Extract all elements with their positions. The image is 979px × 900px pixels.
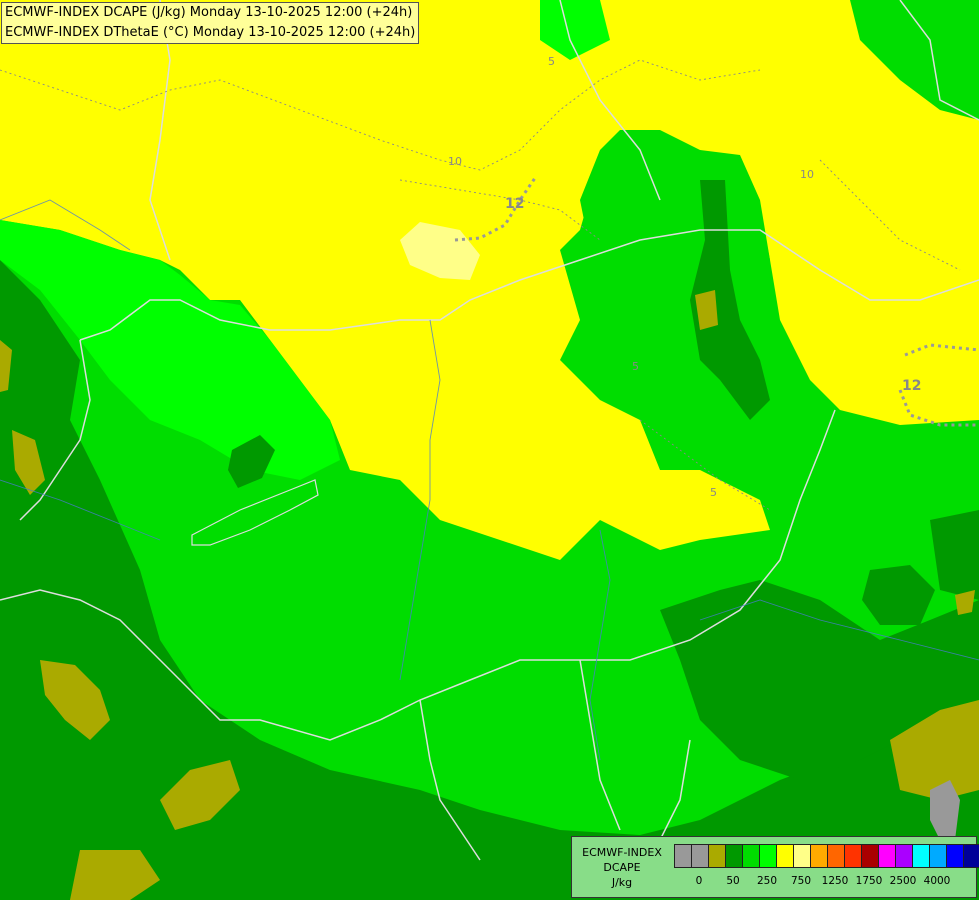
legend-swatch (879, 845, 896, 867)
legend-swatch (794, 845, 811, 867)
legend-swatch (828, 845, 845, 867)
legend-swatch (845, 845, 862, 867)
title-line-dcape: ECMWF-INDEX DCAPE (J/kg) Monday 13-10-20… (5, 5, 413, 20)
legend-swatch (913, 845, 930, 867)
legend-tick-label: 0 (695, 875, 703, 887)
contour-label-12-east: 12 (902, 378, 922, 394)
legend-swatch (811, 845, 828, 867)
legend-tick-label: 2500 (889, 875, 917, 887)
legend-swatch (692, 845, 709, 867)
map-title: ECMWF-INDEX DCAPE (J/kg) Monday 13-10-20… (1, 2, 420, 44)
legend-tick-label: 1250 (821, 875, 849, 887)
legend-swatch (760, 845, 777, 867)
legend-swatch (964, 845, 979, 867)
contour-label-10-east: 10 (800, 168, 814, 181)
legend-tick-label: 4000 (923, 875, 951, 887)
legend-swatch (777, 845, 794, 867)
legend-swatches (674, 844, 979, 868)
contour-label-5: 5 (548, 55, 555, 68)
legend-unit: J/kg (611, 876, 633, 889)
legend-swatch (896, 845, 913, 867)
legend-swatch (930, 845, 947, 867)
legend-title: ECMWF-INDEX DCAPE J/kg (572, 845, 672, 890)
legend-swatch (675, 845, 692, 867)
contour-label-10: 10 (448, 155, 462, 168)
contour-label-5-se: 5 (710, 486, 717, 499)
legend-tick-label: 50 (726, 875, 740, 887)
legend-tick-label: 250 (756, 875, 778, 887)
legend-swatch (743, 845, 760, 867)
contour-label-12: 12 (505, 196, 525, 212)
legend-ticks: 0 50 250 750 1250 1750 2500 4000 (674, 875, 974, 889)
dcape-map (0, 0, 979, 900)
legend-swatch (862, 845, 879, 867)
legend-tick-label: 750 (790, 875, 812, 887)
legend-tick-label: 1750 (855, 875, 883, 887)
legend-parameter: DCAPE (603, 861, 641, 874)
legend-model: ECMWF-INDEX (582, 846, 662, 859)
legend-swatch (709, 845, 726, 867)
contour-label-5-mid: 5 (632, 360, 639, 373)
legend-swatch (947, 845, 964, 867)
color-legend: ECMWF-INDEX DCAPE J/kg 0 50 250 750 1250 1750… (571, 836, 979, 898)
legend-swatch (726, 845, 743, 867)
title-line-dthetae: ECMWF-INDEX DThetaE (°C) Monday 13-10-20… (5, 25, 416, 40)
